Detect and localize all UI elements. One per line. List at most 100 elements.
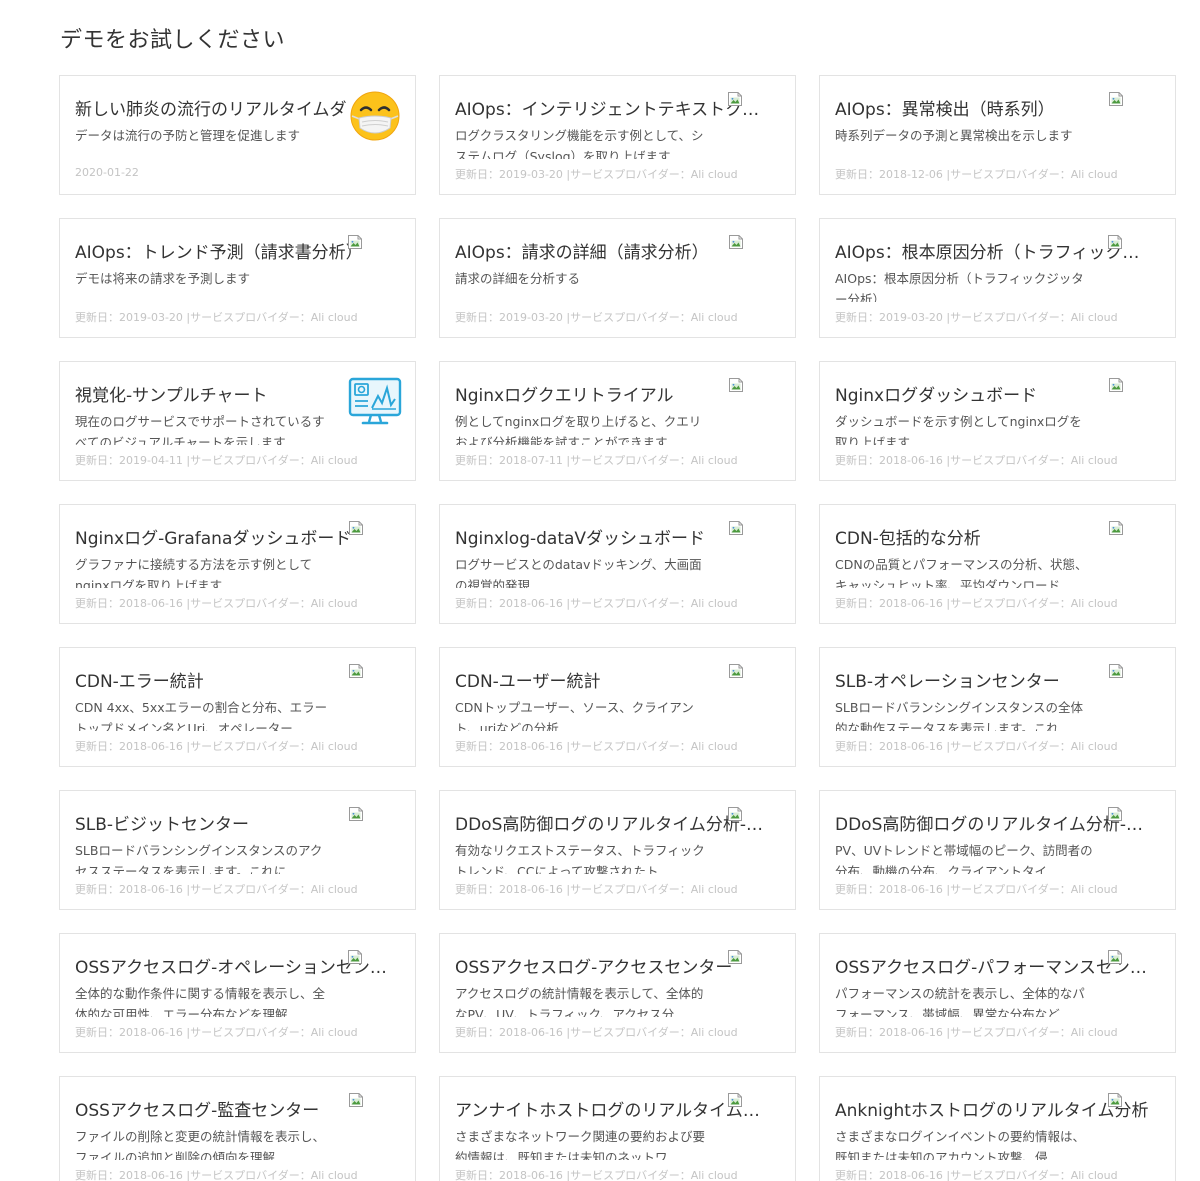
demo-card-description: パフォーマンスの統計を表示し、全体的なパフォーマンス、帯域幅、異常な分布など	[835, 986, 1085, 1017]
demo-card-description: 時系列データの予測と異常検出を示します	[835, 128, 1073, 143]
demo-card-description: 有効なリクエストステータス、トラフィックトレンド、CCによって攻撃されたト	[455, 843, 705, 874]
demo-card[interactable]: OSSアクセスログ-アクセスセンター アクセスログの統計情報を表示して、全体的なP…	[439, 933, 796, 1053]
demo-card-description: 例としてnginxログを取り上げると、クエリおよび分析機能を試すことができます	[455, 414, 702, 445]
demo-card-title[interactable]: Nginxログ-Grafanaダッシュボード	[75, 524, 395, 549]
demo-card-description: PV、UVトレンドと帯域幅のピーク、訪問者の分布、動機の分布、クライアントタイ	[835, 843, 1093, 874]
demo-card-description: ログサービスとのdatavドッキング、大画面の視覚的発現	[455, 557, 702, 588]
demo-card-description: デモは将来の請求を予測します	[75, 271, 251, 286]
demo-card-description: CDNトップユーザー、ソース、クライアント、uriなどの分析	[455, 700, 694, 731]
demo-card[interactable]: 新しい肺炎の流行のリアルタイムダデータは流行の予防と管理を促進します 2020-0…	[59, 75, 416, 195]
broken-image-icon	[727, 91, 743, 107]
broken-image-icon	[727, 1092, 743, 1108]
broken-image-icon	[727, 949, 743, 965]
broken-image-icon	[347, 949, 363, 965]
broken-image-icon	[728, 377, 744, 393]
demo-card-title[interactable]: AIOps：異常検出（時系列）	[835, 95, 1155, 120]
broken-image-icon	[1107, 806, 1123, 822]
demo-card[interactable]: CDN-エラー統計 CDN 4xx、5xxエラーの割合と分布、エラートップドメイン…	[59, 647, 416, 767]
demo-card-meta: 更新日：2018-06-16 |サービスプロバイダー：Ali cloud	[75, 1169, 358, 1181]
demo-card-title[interactable]: AIOps：請求の詳細（請求分析）	[455, 238, 775, 263]
demo-card[interactable]: CDN-ユーザー統計 CDNトップユーザー、ソース、クライアント、uriなどの分析…	[439, 647, 796, 767]
demo-card[interactable]: AIOps：請求の詳細（請求分析） 請求の詳細を分析する更新日：2019-03-2…	[439, 218, 796, 338]
broken-image-icon	[728, 663, 744, 679]
broken-image-icon	[1108, 91, 1124, 107]
demo-card-meta: 更新日：2018-06-16 |サービスプロバイダー：Ali cloud	[835, 597, 1118, 610]
demo-card[interactable]: OSSアクセスログ-オペレーションセンター 全体的な動作条件に関する情報を表示し、…	[59, 933, 416, 1053]
demo-card-title[interactable]: SLB-オペレーションセンター	[835, 667, 1155, 692]
demo-card-meta: 更新日：2018-06-16 |サービスプロバイダー：Ali cloud	[455, 883, 738, 896]
demo-card[interactable]: アンナイトホストログのリアルタイム分析 さまざまなネットワーク関連の要約および要約…	[439, 1076, 796, 1181]
demo-card-meta: 更新日：2019-03-20 |サービスプロバイダー：Ali cloud	[835, 311, 1118, 324]
demo-card[interactable]: AIOps：根本原因分析（トラフィックジッター分析）AIOps：根本原因分析（ト…	[819, 218, 1176, 338]
demo-card-description: さまざまなネットワーク関連の要約および要約情報は、既知または未知のネットワ	[455, 1129, 706, 1160]
demo-card-title[interactable]: SLB-ビジットセンター	[75, 810, 395, 835]
demo-card[interactable]: AIOps：異常検出（時系列） 時系列データの予測と異常検出を示します更新日：20…	[819, 75, 1176, 195]
demo-card-description: 請求の詳細を分析する	[455, 271, 581, 286]
demo-card-meta: 更新日：2018-06-16 |サービスプロバイダー：Ali cloud	[75, 1026, 358, 1039]
demo-card-meta: 更新日：2018-06-16 |サービスプロバイダー：Ali cloud	[75, 883, 358, 896]
demo-card[interactable]: Nginxログクエリトライアル例としてnginxログを取り上げると、クエリおよび…	[439, 361, 796, 481]
demo-card[interactable]: AIOps：トレンド予測（請求書分析） デモは将来の請求を予測します 更新日：201…	[59, 218, 416, 338]
demo-card-meta: 更新日：2019-04-11 |サービスプロバイダー：Ali cloud	[75, 454, 358, 467]
demo-card-title[interactable]: Nginxログクエリトライアル	[455, 381, 775, 406]
demo-card[interactable]: SLB-オペレーションセンター SLBロードバランシングインスタンスの全体的な動作…	[819, 647, 1176, 767]
demo-card-meta: 更新日：2018-12-06 |サービスプロバイダー：Ali cloud	[835, 168, 1118, 181]
mask-face-icon	[349, 90, 401, 142]
demo-card-title[interactable]: CDN-包括的な分析	[835, 524, 1155, 549]
demo-card-meta: 更新日：2018-07-11 |サービスプロバイダー：Ali cloud	[455, 454, 738, 467]
demo-card-meta: 更新日：2018-06-16 |サービスプロバイダー：Ali cloud	[455, 597, 738, 610]
demo-card[interactable]: AIOps：インテリジェントテキストクラスタリングログクラスタリング機能を示す例…	[439, 75, 796, 195]
broken-image-icon	[1108, 520, 1124, 536]
demo-card-description: ファイルの削除と変更の統計情報を表示し、ファイルの追加と削除の傾向を理解	[75, 1129, 326, 1160]
demo-card-title[interactable]: CDN-ユーザー統計	[455, 667, 775, 692]
demo-card-meta: 更新日：2018-06-16 |サービスプロバイダー：Ali cloud	[75, 740, 358, 753]
demo-card-meta: 更新日：2018-06-16 |サービスプロバイダー：Ali cloud	[455, 1169, 738, 1181]
demo-card[interactable]: SLB-ビジットセンター SLBロードバランシングインスタンスのアクセスステータス…	[59, 790, 416, 910]
demo-card-title[interactable]: CDN-エラー統計	[75, 667, 395, 692]
monitor-chart-icon	[347, 375, 403, 431]
broken-image-icon	[728, 234, 744, 250]
broken-image-icon	[1107, 1092, 1123, 1108]
demo-card-meta: 更新日：2018-06-16 |サービスプロバイダー：Ali cloud	[835, 740, 1118, 753]
demo-card-meta: 更新日：2018-06-16 |サービスプロバイダー：Ali cloud	[835, 1026, 1118, 1039]
demo-card-title[interactable]: OSSアクセスログ-監査センター	[75, 1096, 395, 1121]
demo-card[interactable]: Nginxlog-dataVダッシュボードログサービスとのdatavドッキング、…	[439, 504, 796, 624]
demo-card-title[interactable]: Nginxログダッシュボード	[835, 381, 1155, 406]
broken-image-icon	[347, 234, 363, 250]
demo-card-meta: 更新日：2019-03-20 |サービスプロバイダー：Ali cloud	[75, 311, 358, 324]
demo-card-description: SLBロードバランシングインスタンスの全体的な動作ステータスを表示します。これ	[835, 700, 1083, 731]
broken-image-icon	[1107, 949, 1123, 965]
broken-image-icon	[348, 806, 364, 822]
demo-card[interactable]: Anknightホストログのリアルタイム分析 さまざまなログインイベントの要約情報…	[819, 1076, 1176, 1181]
demo-card-meta: 2020-01-22	[75, 166, 139, 179]
demo-card-meta: 更新日：2019-03-20 |サービスプロバイダー：Ali cloud	[455, 311, 738, 324]
demo-card-title[interactable]: 新しい肺炎の流行のリアルタイムダ	[75, 95, 395, 120]
demo-card-description: AIOps：根本原因分析（トラフィックジッター分析）	[835, 271, 1084, 302]
demo-card[interactable]: Nginxログダッシュボードダッシュボードを示す例としてnginxログを取り上げ…	[819, 361, 1176, 481]
broken-image-icon	[1107, 234, 1123, 250]
demo-card[interactable]: DDoS高防御ログのリアルタイム分析-アクセスレポートPV、UVトレンドと帯域幅…	[819, 790, 1176, 910]
demo-card[interactable]: OSSアクセスログ-監査センターファイルの削除と変更の統計情報を表示し、ファイル…	[59, 1076, 416, 1181]
demo-card-meta: 更新日：2018-06-16 |サービスプロバイダー：Ali cloud	[835, 1169, 1118, 1181]
demo-card-meta: 更新日：2018-06-16 |サービスプロバイダー：Ali cloud	[455, 1026, 738, 1039]
demo-card[interactable]: OSSアクセスログ-パフォーマンスセンター パフォーマンスの統計を表示し、全体的な…	[819, 933, 1176, 1053]
demo-card-description: さまざまなログインイベントの要約情報は、既知または未知のアカウント攻撃、侵	[835, 1129, 1086, 1160]
demo-card-description: グラファナに接続する方法を示す例としてnginxログを取り上げます	[75, 557, 313, 588]
broken-image-icon	[348, 1092, 364, 1108]
demo-card[interactable]: CDN-包括的な分析 CDNの品質とパフォーマンスの分析、状態、キャッシュヒット率…	[819, 504, 1176, 624]
demo-card-description: データは流行の予防と管理を促進します	[75, 128, 301, 143]
demo-card-meta: 更新日：2018-06-16 |サービスプロバイダー：Ali cloud	[835, 883, 1118, 896]
demo-card[interactable]: Nginxログ-Grafanaダッシュボードグラファナに接続する方法を示す例とし…	[59, 504, 416, 624]
demo-card-title[interactable]: Nginxlog-dataVダッシュボード	[455, 524, 775, 549]
demo-card-description: 全体的な動作条件に関する情報を表示し、全体的な可用性、エラー分布などを理解	[75, 986, 326, 1017]
demo-card-grid: 新しい肺炎の流行のリアルタイムダデータは流行の予防と管理を促進します 2020-0…	[59, 75, 1177, 1181]
demo-card[interactable]: DDoS高防御ログのリアルタイム分析-運用センター有効なリクエストステータス、ト…	[439, 790, 796, 910]
broken-image-icon	[1108, 663, 1124, 679]
broken-image-icon	[348, 520, 364, 536]
demo-card-meta: 更新日：2018-06-16 |サービスプロバイダー：Ali cloud	[75, 597, 358, 610]
demo-card-description: ダッシュボードを示す例としてnginxログを取り上げます	[835, 414, 1082, 445]
demo-card-description: 現在のログサービスでサポートされているすべてのビジュアルチャートを示します	[75, 414, 325, 445]
demo-card-meta: 更新日：2018-06-16 |サービスプロバイダー：Ali cloud	[455, 740, 738, 753]
demo-card-description: CDNの品質とパフォーマンスの分析、状態、キャッシュヒット率、平均ダウンロード	[835, 557, 1088, 588]
demo-card[interactable]: 視覚化-サンプルチャート 現在のログサービスでサポートされているすべてのビジュアル…	[59, 361, 416, 481]
